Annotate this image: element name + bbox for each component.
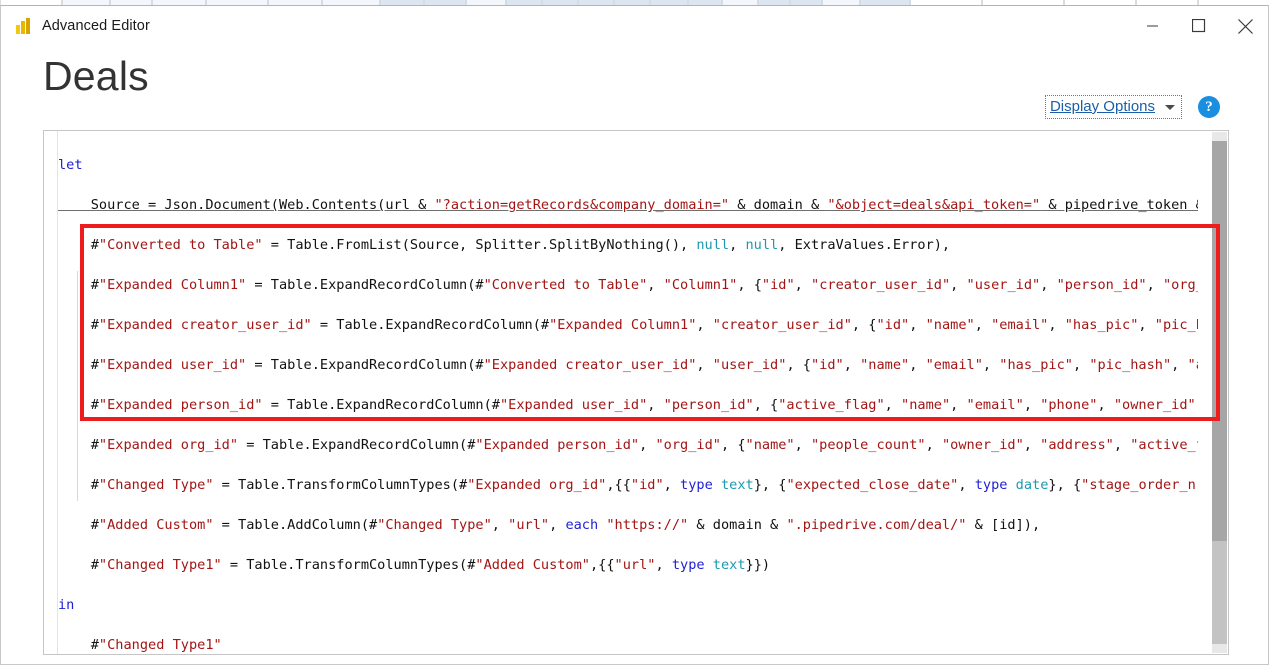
code-line-6: #"Expanded user_id" = Table.ExpandRecord… [58, 357, 1198, 373]
power-bi-icon [14, 17, 32, 35]
editor-header: Deals Display Options ? [41, 46, 1228, 130]
code-line-10: #"Added Custom" = Table.AddColumn(#"Chan… [58, 517, 1041, 533]
close-icon[interactable] [1222, 6, 1268, 46]
code-editor[interactable]: let Source = Json.Document(Web.Contents(… [43, 130, 1229, 655]
code-line-4: #"Expanded Column1" = Table.ExpandRecord… [58, 277, 1198, 293]
maximize-icon[interactable] [1176, 6, 1222, 46]
code-line-9: #"Changed Type" = Table.TransformColumnT… [58, 477, 1198, 493]
code-line-1: let [58, 157, 83, 173]
scroll-down-arrow[interactable] [1212, 644, 1227, 653]
minimize-icon[interactable] [1130, 6, 1176, 46]
help-icon[interactable]: ? [1198, 96, 1220, 118]
code-line-13: #"Changed Type1" [58, 637, 222, 653]
code-line-5: #"Expanded creator_user_id" = Table.Expa… [58, 317, 1198, 333]
window-title-bar: Advanced Editor [1, 6, 1268, 46]
window-controls [1130, 6, 1268, 46]
page-title: Deals [43, 53, 149, 99]
vertical-scrollbar[interactable] [1212, 132, 1227, 653]
scroll-up-arrow[interactable] [1212, 132, 1227, 141]
header-actions: Display Options ? [1044, 95, 1220, 119]
code-text[interactable]: let Source = Json.Document(Web.Contents(… [58, 135, 1198, 654]
display-options-label: Display Options [1049, 98, 1155, 115]
code-line-12: in [58, 597, 75, 613]
code-line-3: #"Converted to Table" = Table.FromList(S… [58, 237, 951, 253]
dialog-content: Deals Display Options ? let Source = Jso… [1, 46, 1268, 655]
display-options-button[interactable]: Display Options [1044, 95, 1182, 119]
code-line-7: #"Expanded person_id" = Table.ExpandReco… [58, 397, 1198, 413]
chevron-down-icon [1165, 105, 1175, 110]
code-line-8: #"Expanded org_id" = Table.ExpandRecordC… [58, 437, 1198, 453]
window-title: Advanced Editor [42, 18, 150, 34]
code-line-2: Source = Json.Document(Web.Contents(url … [58, 197, 1198, 213]
editor-gutter [44, 131, 58, 654]
advanced-editor-window: Advanced Editor Deals Display Options ? [0, 5, 1269, 665]
code-line-11: #"Changed Type1" = Table.TransformColumn… [58, 557, 771, 573]
vertical-scrollbar-thumb[interactable] [1212, 141, 1227, 541]
